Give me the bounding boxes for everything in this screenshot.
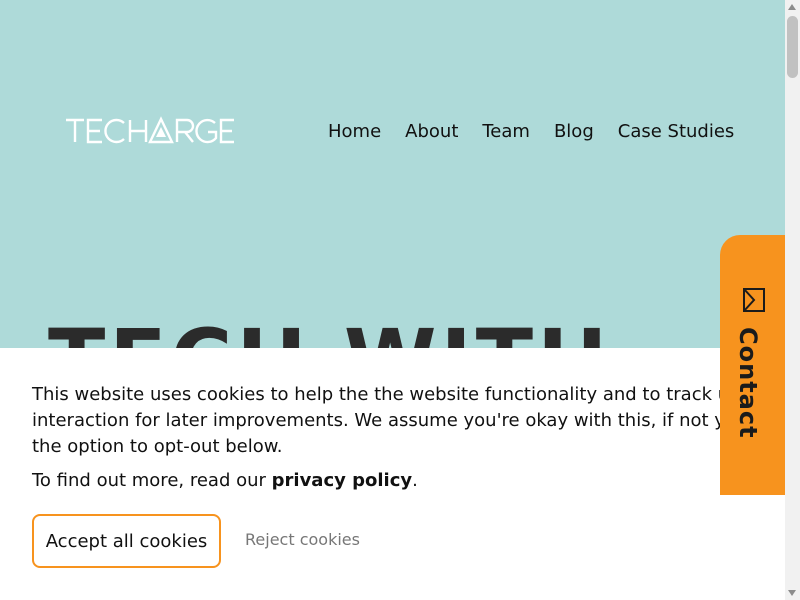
cookie-banner: This website uses cookies to help the th… — [0, 348, 798, 600]
scroll-up-arrow-icon[interactable] — [788, 4, 796, 10]
cookie-message: This website uses cookies to help the th… — [32, 382, 798, 460]
cookie-policy-text: To find out more, read our privacy polic… — [32, 468, 418, 494]
message-box-icon — [743, 288, 765, 312]
privacy-policy-link[interactable]: privacy policy — [272, 470, 412, 491]
policy-prefix: To find out more, read our — [32, 470, 272, 491]
cookie-message-line: interaction for later improvements. We a… — [32, 410, 798, 431]
reject-cookies-button[interactable]: Reject cookies — [245, 530, 360, 549]
nav-item-case-studies[interactable]: Case Studies — [618, 120, 735, 144]
scrollbar[interactable] — [785, 0, 800, 600]
contact-label: Contact — [734, 327, 762, 439]
cookie-message-line: This website uses cookies to help the th… — [32, 384, 758, 405]
cookie-message-line: the option to opt-out below. — [32, 436, 283, 457]
page: Home About Team Blog Case Studies TECH W… — [0, 0, 800, 600]
policy-suffix: . — [412, 470, 418, 491]
accept-cookies-button[interactable]: Accept all cookies — [32, 514, 221, 568]
logo-mark — [66, 116, 234, 144]
nav-item-team[interactable]: Team — [482, 120, 530, 144]
nav-item-about[interactable]: About — [405, 120, 458, 144]
scroll-thumb[interactable] — [787, 16, 798, 78]
nav-item-blog[interactable]: Blog — [554, 120, 594, 144]
logo[interactable] — [66, 114, 236, 146]
scroll-down-arrow-icon[interactable] — [788, 590, 796, 596]
nav-item-home[interactable]: Home — [328, 120, 381, 144]
contact-tab[interactable]: Contact — [720, 235, 786, 495]
main-nav: Home About Team Blog Case Studies — [328, 120, 734, 144]
